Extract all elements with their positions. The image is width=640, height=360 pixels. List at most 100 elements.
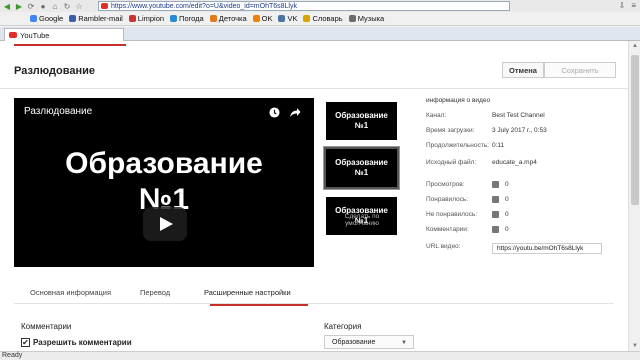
history-icon[interactable]: ↻ — [62, 1, 72, 11]
thumbnail-option[interactable]: Образование №1 Сделать по умолчанию — [324, 195, 399, 237]
likes-value: 0 — [505, 196, 509, 203]
editor-card: Разлюдование Отмена Сохранить Разлюдован… — [0, 41, 628, 351]
thumbnail-line-2: №1 — [354, 121, 369, 130]
views-icon — [492, 181, 499, 188]
bookmark-item[interactable]: Деточка — [209, 14, 247, 23]
upload-time-value: 3 July 2017 г., 0:53 — [492, 127, 547, 134]
bookmark-label: VK — [287, 14, 298, 23]
play-icon[interactable] — [143, 207, 187, 241]
thumbs-up-icon — [492, 196, 499, 203]
star-icon[interactable]: ☆ — [74, 1, 84, 11]
bookmark-item[interactable]: Google — [30, 14, 63, 23]
status-bar: Ready — [0, 351, 640, 360]
likes-label: Понравилось: — [426, 196, 469, 203]
bookmark-favicon-icon — [252, 15, 260, 22]
video-info-panel: информация о видео Канал: Best Test Chann… — [426, 97, 626, 258]
thumbnail-option[interactable]: Образование №1 — [324, 100, 399, 142]
bookmark-label: Погода — [179, 14, 204, 23]
video-player[interactable]: Разлюдование Образование №1 — [14, 98, 314, 267]
thumbnail-line-1: Образование — [335, 111, 388, 120]
bookmark-favicon-icon — [348, 15, 356, 22]
allow-comments-checkbox[interactable]: ✔ — [21, 338, 30, 347]
bookmark-label: Rambler-mail — [78, 14, 123, 23]
back-icon[interactable]: ◀ — [2, 1, 12, 11]
bookmark-label: OK — [261, 14, 273, 23]
bookmark-item[interactable]: VK — [278, 14, 297, 23]
bookmark-favicon-icon — [303, 15, 311, 22]
bookmark-favicon-icon — [128, 15, 136, 22]
thumbnail-option[interactable]: Образование №1 — [323, 146, 400, 190]
scrollbar-thumb[interactable] — [631, 55, 639, 205]
share-icon[interactable] — [289, 107, 301, 118]
bookmark-item[interactable]: Погода — [170, 14, 204, 23]
category-select[interactable]: Образование ▼ — [324, 335, 414, 349]
bookmark-label: Музыка — [357, 14, 385, 23]
active-tab-indicator — [210, 304, 308, 306]
bookmark-label: Google — [39, 14, 64, 23]
cancel-button[interactable]: Отмена — [502, 62, 544, 78]
chevron-down-icon: ▼ — [401, 340, 407, 346]
home-icon[interactable]: ⌂ — [50, 1, 60, 11]
save-button[interactable]: Сохранить — [544, 62, 616, 78]
tab-label: YouTube — [20, 30, 50, 40]
category-heading: Категория — [324, 322, 362, 331]
bookmark-favicon-icon — [30, 15, 37, 22]
address-text: https://www.youtube.com/edit?o=U&video_i… — [111, 2, 297, 10]
bookmark-favicon-icon — [278, 15, 286, 22]
youtube-icon — [9, 32, 17, 38]
scroll-up-icon[interactable]: ▲ — [632, 43, 638, 49]
settings-tabs: Основная информация Перевод Расширенные … — [14, 288, 614, 306]
video-title: Разлюдование — [24, 106, 93, 117]
views-value: 0 — [505, 181, 509, 188]
tab-translation[interactable]: Перевод — [140, 288, 170, 297]
info-heading: информация о видео — [426, 97, 491, 104]
youtube-favicon-icon — [101, 3, 108, 9]
page-scrollbar[interactable]: ▲ ▼ — [628, 41, 640, 351]
bookmark-favicon-icon — [69, 15, 77, 22]
stop-icon[interactable]: ● — [38, 1, 48, 11]
video-url-field[interactable]: https://youtu.be/mOhT6s8Llyk — [492, 243, 602, 254]
reload-icon[interactable]: ⟳ — [26, 1, 36, 11]
tab-advanced-settings[interactable]: Расширенные настройки — [204, 288, 291, 297]
bookmark-item[interactable]: Музыка — [348, 14, 385, 23]
duration-label: Продолжительность: — [426, 142, 489, 149]
channel-value: Best Test Channel — [492, 112, 545, 119]
page: Разлюдование Отмена Сохранить Разлюдован… — [0, 41, 640, 351]
bookmark-favicon-icon — [209, 15, 217, 22]
set-default-overlay[interactable]: Сделать по умолчанию — [328, 213, 396, 227]
comment-icon — [492, 226, 499, 233]
forward-icon[interactable]: ▶ — [14, 1, 24, 11]
settings-icon[interactable]: ≡ — [631, 1, 636, 10]
bookmark-item[interactable]: Rambler-mail — [69, 14, 123, 23]
bookmark-item[interactable]: Limpion — [128, 14, 165, 23]
bookmark-label: Limpion — [137, 14, 165, 23]
bookmark-label: Деточка — [218, 14, 247, 23]
channel-label: Канал: — [426, 112, 447, 119]
bookmarks-bar: Google Rambler-mail Limpion Погода Деточка OK… — [0, 12, 640, 26]
watch-later-icon[interactable] — [269, 107, 280, 118]
views-label: Просмотров: — [426, 181, 465, 188]
category-value: Образование — [332, 338, 376, 346]
divider — [0, 88, 628, 89]
tab-strip: YouTube — [0, 27, 640, 41]
bookmark-item[interactable]: Словарь — [303, 14, 343, 23]
thumbnail-line-2: №1 — [354, 168, 369, 177]
download-icon[interactable]: ⇩ — [619, 1, 626, 10]
page-title: Разлюдование — [14, 65, 95, 77]
bookmark-label: Словарь — [312, 14, 343, 23]
scroll-down-icon[interactable]: ▼ — [632, 343, 638, 349]
address-bar[interactable]: https://www.youtube.com/edit?o=U&video_i… — [98, 1, 510, 11]
progress-accent — [14, 44, 126, 46]
bookmark-item[interactable]: OK — [252, 14, 273, 23]
source-file-label: Исходный файл: — [426, 159, 477, 166]
source-file-value: educate_a.mp4 — [492, 159, 537, 166]
allow-comments-label[interactable]: Разрешить комментарии — [33, 338, 132, 347]
dislikes-label: Не понравилось: — [426, 211, 478, 218]
tab-youtube[interactable]: YouTube — [4, 28, 124, 41]
browser-navbar: ◀ ▶ ⟳ ● ⌂ ↻ ☆ https://www.youtube.com/ed… — [0, 0, 640, 12]
dislikes-value: 0 — [505, 211, 509, 218]
video-frame-line-1: Образование — [65, 147, 263, 180]
bookmark-favicon-icon — [170, 15, 178, 22]
duration-value: 0:11 — [492, 142, 505, 149]
tab-basic-info[interactable]: Основная информация — [30, 288, 111, 297]
